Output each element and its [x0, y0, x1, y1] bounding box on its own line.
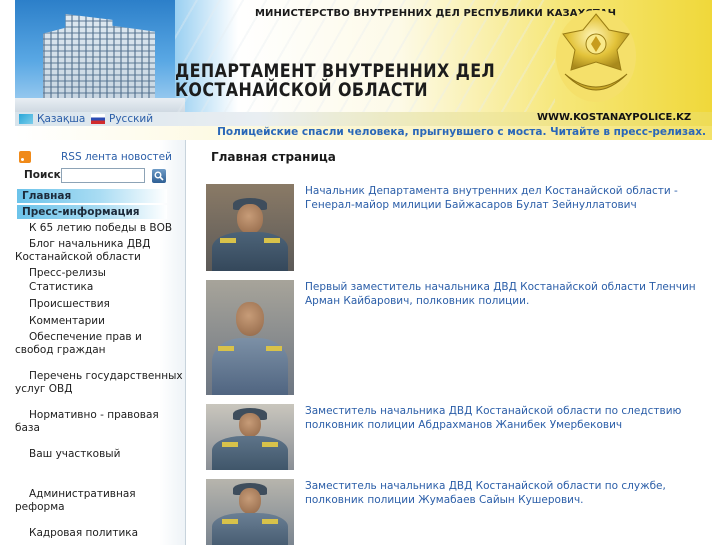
search-icon [154, 171, 164, 181]
news-ticker: Полицейские спасли человека, прыгнувшего… [15, 126, 712, 140]
banner-ground [15, 98, 185, 112]
menu-item-district-officer[interactable]: Ваш участковый [15, 448, 183, 461]
search-label: Поиск [24, 169, 61, 181]
lang-kazakh-link[interactable]: Қазақша [19, 113, 85, 125]
news-photo-2[interactable] [206, 280, 294, 395]
lang-russian-link[interactable]: Русский [91, 113, 153, 125]
rss-feed[interactable] [19, 151, 31, 163]
news-photo-3[interactable] [206, 404, 294, 470]
search-button[interactable] [152, 169, 166, 183]
site-url: WWW.KOSTANAYPOLICE.KZ [537, 112, 692, 123]
menu-category-main[interactable]: Главная [17, 189, 167, 203]
police-emblem-icon [556, 10, 636, 102]
ticker-link[interactable]: Полицейские спасли человека, прыгнувшего… [217, 126, 706, 138]
rss-link[interactable]: RSS лента новостей [61, 151, 172, 163]
news-photo-4[interactable] [206, 479, 294, 545]
menu-item-citizen-rights[interactable]: Обеспечение прав и свобод граждан [15, 331, 183, 357]
news-link-4[interactable]: Заместитель начальника ДВД Костанайской … [305, 479, 705, 507]
menu-item-public-services[interactable]: Перечень государственных услуг ОВД [15, 370, 183, 396]
menu-item-legal-base[interactable]: Нормативно - правовая база [15, 409, 183, 435]
news-photo-1[interactable] [206, 184, 294, 271]
department-title-line2: КОСТАНАЙСКОЙ ОБЛАСТИ [175, 80, 429, 101]
menu-item-victory[interactable]: К 65 летию победы в ВОВ [15, 222, 183, 235]
menu-item-incidents[interactable]: Происшествия [15, 298, 183, 311]
menu-item-personnel-policy[interactable]: Кадровая политика [15, 527, 183, 540]
menu-item-admin-reform[interactable]: Административная реформа [15, 488, 183, 514]
menu-category-press[interactable]: Пресс-информация [17, 205, 167, 219]
kz-flag-icon [19, 114, 33, 124]
search-input[interactable] [61, 168, 145, 183]
header-banner: МИНИСТЕРСТВО ВНУТРЕННИХ ДЕЛ РЕСПУБЛИКИ К… [15, 0, 712, 112]
news-link-2[interactable]: Первый заместитель начальника ДВД Костан… [305, 280, 705, 308]
menu-item-statistics[interactable]: Статистика [15, 281, 183, 294]
menu-item-comments[interactable]: Комментарии [15, 315, 183, 328]
lang-kazakh-label: Қазақша [37, 113, 86, 125]
department-title-line1: ДЕПАРТАМЕНТ ВНУТРЕННИХ ДЕЛ [175, 61, 496, 82]
rss-icon[interactable] [19, 151, 31, 163]
lang-russian-label: Русский [109, 113, 154, 125]
menu-item-press-releases[interactable]: Пресс-релизы [15, 267, 183, 280]
ru-flag-icon [91, 114, 105, 124]
news-link-3[interactable]: Заместитель начальника ДВД Костанайской … [305, 404, 705, 432]
news-link-1[interactable]: Начальник Департамента внутренних дел Ко… [305, 184, 705, 212]
page-title: Главная страница [211, 150, 336, 164]
menu-item-chief-blog[interactable]: Блог начальника ДВД Костанайской области [15, 238, 183, 264]
sidebar: RSS лента новостей Поиск Главная Пресс-и… [15, 140, 186, 545]
language-bar: Қазақша Русский WWW.KOSTANAYPOLICE.KZ [15, 112, 712, 126]
department-title: ДЕПАРТАМЕНТ ВНУТРЕННИХ ДЕЛ КОСТАНАЙСКОЙ … [175, 62, 495, 100]
